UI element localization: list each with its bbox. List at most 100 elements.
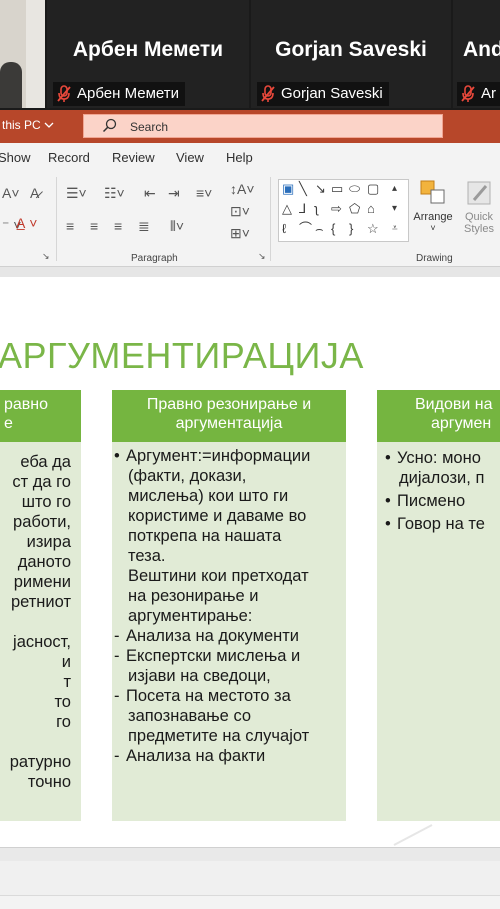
oval-shape-icon[interactable]: ⬭ [349, 182, 360, 196]
align-center-icon[interactable]: ≡ [90, 218, 98, 234]
align-right-icon[interactable]: ≡ [114, 218, 122, 234]
gallery-more-icon[interactable]: ⩡ [392, 222, 398, 236]
decorative-chevron-icon [393, 824, 433, 846]
pentagon-shape-icon[interactable]: ⬠ [349, 202, 360, 216]
notes-splitter[interactable] [0, 847, 500, 862]
line-spacing-icon[interactable]: ≡˅ [196, 185, 212, 201]
dialog-launcher-icon[interactable]: ↘ [42, 251, 50, 262]
tab-record[interactable]: Record [48, 150, 90, 165]
list-item-text: користиме и даваме во [128, 507, 307, 525]
arrow-line-shape-icon[interactable]: ↘ [315, 182, 326, 196]
list-item-line: теза. [114, 546, 340, 566]
quick-styles-label: Quick [464, 211, 494, 223]
freeform-shape-icon[interactable]: ℓ [282, 222, 286, 236]
align-left-icon[interactable]: ≡ [66, 218, 74, 234]
participant-tile[interactable]: Арбен Мемети Арбен Мемети [47, 0, 249, 108]
list-item: • Говор на те [385, 514, 500, 534]
body-line: го [56, 713, 71, 731]
bullet-marker: • [385, 515, 391, 533]
list-item-line: (факти, докази, [114, 466, 340, 486]
tab-review[interactable]: Review [112, 150, 155, 165]
font-color-icon[interactable]: A̲ ˅ [16, 215, 37, 231]
body-line: т [63, 673, 71, 691]
clear-formatting-icon[interactable]: A̷ [30, 185, 39, 201]
column-1-body[interactable]: еба да ст да го што го работи, изира даното р… [0, 442, 81, 821]
ribbon-toolbar: A˅ A̷ ⁻ ˅ A̲ ˅ ☰˅ ☷˅ ⇤ ⇥ ≡˅ ≡ ≡ ≡ ≣ ⫴˅ ↕… [0, 173, 500, 267]
numbering-icon[interactable]: ☷˅ [104, 185, 125, 202]
tab-slide-show[interactable]: Show [0, 150, 31, 165]
list-item-text: на резонирање и [128, 587, 259, 605]
justify-icon[interactable]: ≣ [138, 218, 150, 235]
slide-canvas[interactable]: АРГУМЕНТИРАЦИЈА равно е еба да ст да го ш… [0, 277, 500, 847]
list-item-line: • Усно: моно [385, 448, 500, 468]
decrease-indent-icon[interactable]: ⇤ [144, 185, 156, 202]
increase-indent-icon[interactable]: ⇥ [168, 185, 180, 202]
gallery-scroll-down-icon[interactable]: ▾ [392, 202, 397, 216]
font-size-decrease-icon[interactable]: A˅ [2, 185, 20, 201]
right-brace-shape-icon[interactable]: } [349, 222, 353, 236]
arc-shape-icon[interactable]: ⌒ [299, 222, 312, 236]
list-item-line: поткрепа на нашата [114, 526, 340, 546]
dialog-launcher-icon[interactable]: ↘ [258, 251, 266, 262]
column-2-body[interactable]: • Аргумент:=информации (факти, докази, мисл… [112, 442, 346, 821]
column-2-header[interactable]: Правно резонирање и аргументација [112, 390, 346, 442]
list-item-line: предметите на случајот [114, 726, 340, 746]
body-line: еба да [20, 453, 71, 471]
body-line [0, 612, 81, 632]
gallery-scroll-up-icon[interactable]: ▴ [392, 182, 397, 196]
camera-person [0, 62, 22, 108]
left-brace-shape-icon[interactable]: { [331, 222, 335, 236]
search-input[interactable]: Search [83, 114, 443, 138]
flowchart-shape-icon[interactable]: ⌂ [367, 202, 375, 216]
dash-marker: - [114, 687, 120, 705]
right-arrow-shape-icon[interactable]: ⇨ [331, 202, 342, 216]
text-direction-icon[interactable]: ↕A˅ [230, 181, 255, 197]
text-box-shape-icon[interactable]: ▣ [282, 182, 294, 196]
list-item-line: мислења) кои што ги [114, 486, 340, 506]
save-location-dropdown[interactable]: this PC [2, 118, 54, 132]
participant-tile[interactable]: Gorjan Saveski Gorjan Saveski [251, 0, 451, 108]
tab-help[interactable]: Help [226, 150, 253, 165]
body-line: јасност, [13, 633, 71, 651]
bullet-marker: • [114, 447, 120, 465]
elbow-connector-shape-icon[interactable]: ⅃ [299, 202, 306, 216]
participant-name: Gorjan Saveski [275, 38, 427, 61]
smartart-icon[interactable]: ⊞˅ [230, 225, 250, 242]
slide-title[interactable]: АРГУМЕНТИРАЦИЈА [0, 335, 364, 377]
body-line: даното [17, 553, 71, 571]
columns-icon[interactable]: ⫴˅ [170, 218, 184, 235]
list-item-text: Посета на местото за [126, 687, 291, 705]
header-line: аргументација [175, 415, 283, 432]
status-bar [0, 895, 500, 909]
arrange-icon [420, 180, 445, 204]
list-item-text: Анализа на документи [126, 627, 300, 645]
rounded-rectangle-shape-icon[interactable]: ▢ [367, 182, 379, 196]
align-text-icon[interactable]: ⊡˅ [230, 203, 250, 220]
list-item-line: - Анализа на документи [114, 626, 340, 646]
quick-styles-button[interactable]: Quick Styles [458, 178, 500, 248]
self-camera-tile[interactable] [0, 0, 45, 108]
participant-name-tag: Арбен Мемети [53, 82, 185, 106]
header-line: Правно резонирање и [146, 396, 312, 413]
column-1-header[interactable]: равно е [0, 390, 81, 442]
column-3-header[interactable]: Видови на аргумен [377, 390, 500, 442]
column-3-body[interactable]: • Усно: моно дијалози, п • Писмено • Говор на … [377, 442, 500, 821]
participant-tile[interactable]: And Ar [453, 0, 500, 108]
mic-muted-icon [261, 85, 275, 102]
line-shape-icon[interactable]: ╲ [299, 182, 307, 196]
bullets-icon[interactable]: ☰˅ [66, 185, 87, 202]
shapes-gallery[interactable]: ▣ ╲ ↘ ▭ ⬭ ▢ △ ⅃ ʅ ⇨ ⬠ ⌂ ℓ ⌒ ⌢ { } ☆ ▴ ▾ … [278, 179, 409, 242]
participant-tag-label: Арбен Мемети [77, 85, 179, 102]
triangle-shape-icon[interactable]: △ [282, 202, 292, 216]
bullet-marker: • [385, 492, 391, 510]
participant-tag-label: Ar [481, 85, 496, 102]
star-shape-icon[interactable]: ☆ [367, 222, 379, 236]
rectangle-shape-icon[interactable]: ▭ [331, 182, 343, 196]
header-line: е [4, 415, 13, 432]
speaker-notes-pane[interactable] [0, 861, 500, 895]
header-line: равно [4, 396, 49, 413]
curve-shape-icon[interactable]: ⌢ [315, 222, 324, 236]
arrange-button[interactable]: Arrange ˅ [410, 178, 456, 248]
curved-connector-shape-icon[interactable]: ʅ [315, 202, 318, 216]
tab-view[interactable]: View [176, 150, 204, 165]
